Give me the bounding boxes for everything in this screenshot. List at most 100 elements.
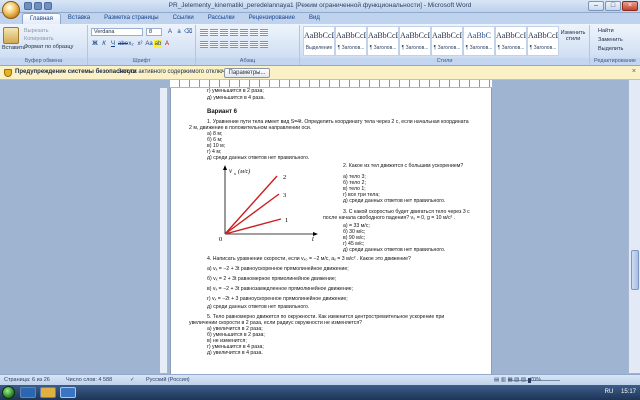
vertical-ruler[interactable] [160, 88, 168, 373]
styles-group-label: Стили [300, 58, 589, 65]
graph-y-label: v [229, 167, 233, 175]
numbering-icon[interactable] [210, 29, 218, 36]
shrink-font-icon[interactable]: a [175, 28, 183, 36]
decrease-indent-icon[interactable] [230, 29, 238, 36]
sort-icon[interactable] [250, 29, 258, 36]
zoom-slider[interactable] [508, 378, 560, 383]
paste-button[interactable]: Вставить [2, 45, 25, 51]
maximize-button[interactable]: □ [605, 1, 621, 11]
close-button[interactable]: × [622, 1, 638, 11]
line-label-2: 2 [283, 174, 286, 181]
subscript-icon[interactable]: x₂ [127, 40, 135, 48]
tab-insert[interactable]: Вставка [61, 13, 97, 24]
doc-line: г) vₓ = −2t + 3 равноускоренное прямолин… [207, 296, 348, 302]
tab-review[interactable]: Рецензирование [242, 13, 302, 24]
line-spacing-icon[interactable] [240, 41, 248, 48]
highlight-icon[interactable]: ab [154, 40, 162, 48]
style-item[interactable]: AaBbCcDc¶ Заголов... [367, 26, 399, 56]
spelling-icon[interactable]: ✓ [130, 377, 135, 383]
options-button[interactable]: Параметры... [224, 68, 270, 78]
editing-group-label: Редактирование [590, 58, 640, 65]
strikethrough-icon[interactable]: abe [118, 40, 128, 48]
bold-icon[interactable]: Ж [91, 40, 99, 48]
document-page[interactable]: г) уменьшится в 2 раза; д) уменьшится в … [170, 88, 492, 374]
style-item[interactable]: AaBbCcDc¶ Заголов... [431, 26, 463, 56]
start-button[interactable] [2, 386, 15, 399]
bullets-icon[interactable] [200, 29, 208, 36]
style-item[interactable]: AaBbCcDcВыделение [303, 26, 335, 56]
align-right-icon[interactable] [220, 41, 228, 48]
style-item[interactable]: AaBbCcI ¶ Заголов... [495, 26, 527, 56]
style-item[interactable]: AaBbCcDc¶ Заголов... [335, 26, 367, 56]
underline-icon[interactable]: Ч [109, 40, 117, 48]
style-item[interactable]: AaBbCcDc¶ Заголов... [527, 26, 559, 56]
save-icon[interactable] [24, 2, 32, 10]
graph-y-unit: (м/с) [238, 168, 250, 175]
graph-y-subscript: x [233, 171, 236, 176]
cut-button[interactable]: Вырезать [24, 28, 48, 34]
title-bar: PR_Jelementy_kinematiki_peredelannaya1 [… [0, 0, 640, 13]
input-language[interactable]: RU [605, 389, 614, 395]
grow-font-icon[interactable]: A [166, 28, 174, 36]
align-center-icon[interactable] [210, 41, 218, 48]
style-item[interactable]: AaBbCcDc¶ Заголов... [399, 26, 431, 56]
doc-line: 2. Какое из тел движется с большим ускор… [343, 163, 464, 169]
vertical-scrollbar[interactable] [628, 80, 640, 373]
window-controls: – □ × [588, 1, 638, 11]
borders-icon[interactable] [260, 41, 268, 48]
find-button[interactable]: Найти [598, 28, 614, 34]
language-indicator[interactable]: Русский (Россия) [146, 377, 190, 383]
line-label-3: 3 [283, 192, 286, 199]
replace-button[interactable]: Заменить [598, 37, 623, 43]
clear-format-icon[interactable]: ⌫ [184, 28, 192, 36]
style-item[interactable]: AaBbC ¶ Заголов... [463, 26, 495, 56]
minimize-button[interactable]: – [588, 1, 604, 11]
font-size-box[interactable]: 8 [146, 28, 162, 36]
select-button[interactable]: Выделить [598, 46, 623, 52]
doc-line: б) vₓ = 2 + 3t равномерное прямолинейное… [207, 276, 337, 282]
tab-references[interactable]: Ссылки [166, 13, 201, 24]
font-color-icon[interactable]: A [163, 40, 171, 48]
change-styles-button[interactable]: Изменить стили [560, 30, 586, 42]
ribbon-tabs: Главная Вставка Разметка страницы Ссылки… [0, 13, 640, 24]
line-label-1: 1 [285, 217, 288, 224]
justify-icon[interactable] [230, 41, 238, 48]
clipboard-group: Вставить Вырезать Копировать Формат по о… [0, 25, 88, 65]
redo-icon[interactable] [44, 2, 52, 10]
security-warning-bar: Предупреждение системы безопасности Запу… [0, 66, 640, 80]
paste-icon[interactable] [3, 27, 19, 44]
increase-indent-icon[interactable] [240, 29, 248, 36]
office-button[interactable] [2, 1, 20, 19]
show-marks-icon[interactable] [260, 29, 268, 36]
browser-icon[interactable] [20, 387, 36, 398]
variant-heading: Вариант 6 [207, 109, 237, 115]
graph-line-3 [224, 193, 280, 235]
copy-button[interactable]: Копировать [24, 36, 54, 42]
tab-mailings[interactable]: Рассылки [201, 13, 242, 24]
tab-view[interactable]: Вид [302, 13, 327, 24]
italic-icon[interactable]: К [100, 40, 108, 48]
multilevel-list-icon[interactable] [220, 29, 228, 36]
superscript-icon[interactable]: x² [136, 40, 144, 48]
undo-icon[interactable] [34, 2, 42, 10]
shading-icon[interactable] [250, 41, 258, 48]
word-count[interactable]: Число слов: 4 588 [66, 377, 112, 383]
graph-line-2 [224, 175, 278, 235]
graph-x-label: t [312, 235, 315, 242]
word-icon[interactable] [60, 387, 76, 398]
format-painter-button[interactable]: Формат по образцу [24, 44, 73, 50]
align-left-icon[interactable] [200, 41, 208, 48]
page-count[interactable]: Страница: 6 из 26 [4, 377, 50, 383]
horizontal-ruler[interactable] [170, 80, 492, 88]
doc-line: 4. Написать уравнение скорости, если vₓ₀… [207, 256, 411, 262]
change-case-icon[interactable]: Aa [145, 40, 153, 48]
tab-page-layout[interactable]: Разметка страницы [97, 13, 165, 24]
clock[interactable]: 15:17 [621, 389, 636, 395]
window-title: PR_Jelementy_kinematiki_peredelannaya1 [… [168, 2, 472, 9]
folder-icon[interactable] [40, 387, 56, 398]
font-name-box[interactable]: Verdana [91, 28, 143, 36]
scrollbar-thumb[interactable] [631, 250, 639, 290]
close-icon[interactable]: × [632, 68, 636, 75]
tab-home[interactable]: Главная [22, 13, 61, 24]
doc-line: после начала свободного падения? v₀ = 0,… [323, 215, 456, 221]
